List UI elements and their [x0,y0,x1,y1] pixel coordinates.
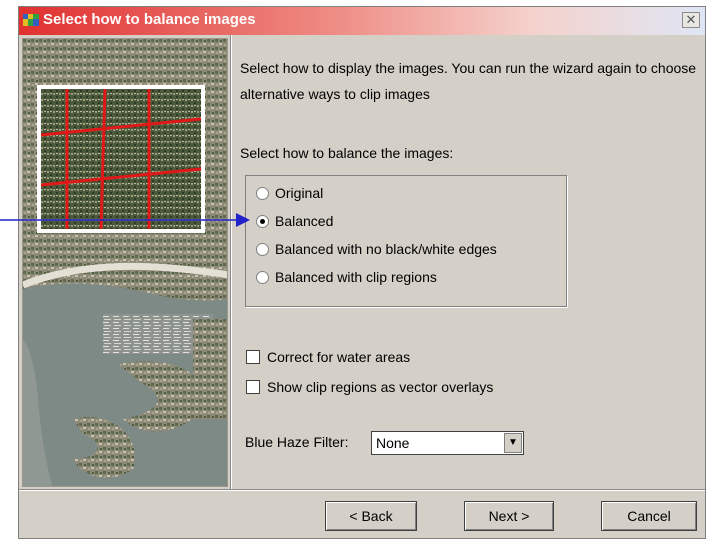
chevron-down-icon[interactable]: ▼ [504,433,522,453]
radio-label: Original [275,185,324,201]
close-icon: ✕ [685,12,697,27]
wizard-window: Select how to balance images ✕ Select ho… [18,6,706,539]
checkbox-show-clip-overlays[interactable]: Show clip regions as vector overlays [246,377,493,397]
checkbox-box[interactable] [246,380,260,394]
radio-button[interactable] [256,242,269,256]
close-button[interactable]: ✕ [682,12,700,28]
radio-button-selected[interactable] [256,214,269,228]
app-icon [23,14,39,26]
checkbox-label: Show clip regions as vector overlays [267,379,494,395]
radio-original[interactable]: Original [256,182,323,204]
aerial-image-panel [22,38,228,487]
radio-label: Balanced with no black/white edges [275,241,497,257]
balance-radio-group: Original Balanced Balanced with no black… [245,175,567,307]
radio-label: Balanced [275,213,334,229]
radio-button[interactable] [256,186,269,200]
radio-balanced[interactable]: Balanced [256,210,333,232]
radio-button[interactable] [256,270,269,284]
radio-label: Balanced with clip regions [275,269,437,285]
checkbox-box[interactable] [246,350,260,364]
haze-filter-select[interactable]: None ▼ [371,431,524,455]
wizard-content: Select how to display the images. You ca… [232,35,705,489]
radio-dot [260,218,265,224]
haze-filter-label: Blue Haze Filter: [245,434,349,450]
cancel-button[interactable]: Cancel [601,501,697,531]
footer-separator-highlight [19,490,705,491]
radio-balanced-clip-regions[interactable]: Balanced with clip regions [256,266,437,288]
aerial-illustration [23,39,227,486]
checkbox-label: Correct for water areas [267,349,411,365]
next-button[interactable]: Next > [464,501,554,531]
radio-balanced-no-edges[interactable]: Balanced with no black/white edges [256,238,497,260]
haze-filter-value: None [376,435,410,451]
back-button[interactable]: < Back [325,501,417,531]
balance-label: Select how to balance the images: [240,145,454,161]
window-title: Select how to balance images [43,11,256,28]
intro-text: Select how to display the images. You ca… [240,60,697,102]
checkbox-correct-water[interactable]: Correct for water areas [246,347,410,367]
title-bar[interactable]: Select how to balance images ✕ [19,7,705,35]
